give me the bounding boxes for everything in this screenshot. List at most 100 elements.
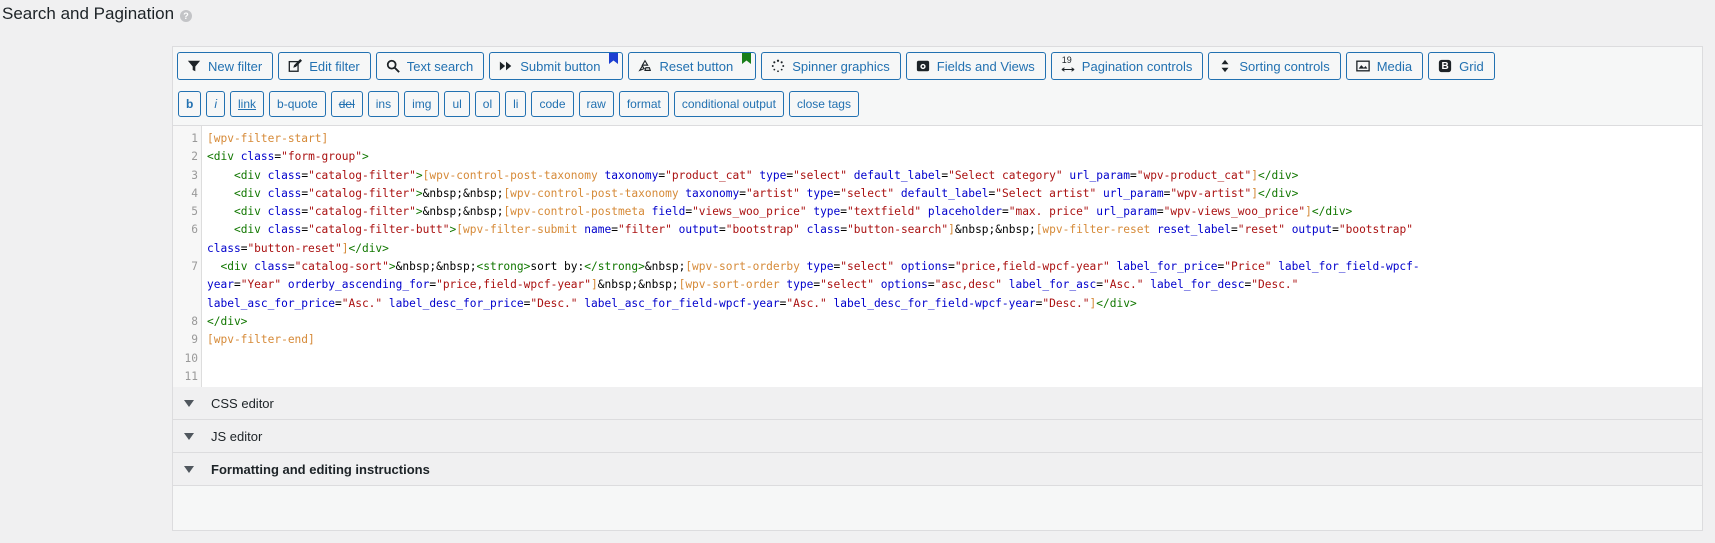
reset-button-button[interactable]: Reset button [628, 52, 757, 80]
submit-button-label: Submit button [520, 58, 601, 74]
media-label: Media [1376, 58, 1413, 74]
css-editor-toggle[interactable]: CSS editor [173, 387, 1702, 420]
code-line[interactable]: year="Year" orderby_ascending_for="price… [173, 276, 1702, 294]
pagination-icon: 19 [1060, 55, 1076, 74]
media-button[interactable]: Media [1345, 52, 1424, 80]
code-text: class="button-reset"]</div> [207, 241, 389, 255]
filter-icon [186, 58, 202, 74]
code-text: <div class="catalog-filter">&nbsp;&nbsp;… [233, 186, 1299, 200]
quicktags-toolbar: b i link b-quote del ins img ul ol li code raw forma… [178, 91, 859, 117]
editor-toolbar: New filter Edit filter Text search Submit b… [177, 52, 1495, 80]
fields-and-views-button[interactable]: Fields and Views [905, 52, 1046, 80]
bookmark-icon [742, 53, 752, 64]
edit-filter-label: Edit filter [309, 58, 360, 74]
quicktag-img-button[interactable]: img [404, 91, 440, 117]
line-number: 9 [191, 333, 198, 347]
line-number: 11 [184, 369, 198, 383]
line-number: 4 [191, 186, 198, 200]
code-line[interactable]: class="button-reset"]</div> [173, 240, 1702, 258]
code-line[interactable]: 7 <div class="catalog-sort">&nbsp;&nbsp;… [173, 258, 1702, 276]
code-line[interactable]: 9 [wpv-filter-end] [173, 331, 1702, 349]
code-text: year="Year" orderby_ascending_for="price… [207, 278, 1299, 292]
edit-icon [287, 58, 303, 74]
new-filter-label: New filter [208, 58, 263, 74]
code-line[interactable]: 5 <div class="catalog-filter">&nbsp;&nbs… [173, 203, 1702, 221]
section-title: Search and Pagination ? [2, 4, 193, 24]
code-line[interactable]: 3 <div class="catalog-filter">[wpv-contr… [173, 167, 1702, 185]
recycle-icon [637, 58, 653, 74]
line-number: 8 [191, 314, 198, 328]
code-line[interactable]: 1 [wpv-filter-start] [173, 130, 1702, 148]
grid-label: Grid [1459, 58, 1484, 74]
quicktag-format-button[interactable]: format [618, 91, 669, 117]
code-text: <div class="catalog-filter">[wpv-control… [233, 168, 1299, 182]
code-text: <div class="form-group"> [207, 150, 369, 164]
code-text: <div class="catalog-sort">&nbsp;&nbsp;<s… [220, 260, 1420, 274]
help-icon[interactable]: ? [180, 9, 193, 22]
grid-button[interactable]: B Grid [1428, 52, 1495, 80]
line-number: 10 [184, 351, 198, 365]
quicktag-close-tags-button[interactable]: close tags [788, 91, 859, 117]
js-editor-label: JS editor [211, 428, 263, 444]
quicktag-li-button[interactable]: li [505, 91, 527, 117]
search-icon [385, 58, 401, 74]
code-text: <div class="catalog-filter">&nbsp;&nbsp;… [233, 205, 1353, 219]
views-icon [915, 58, 931, 74]
line-number: 5 [191, 205, 198, 219]
spinner-graphics-label: Spinner graphics [792, 58, 890, 74]
code-text: label_asc_for_price="Asc." label_desc_fo… [207, 296, 1137, 310]
code-line[interactable]: label_asc_for_price="Asc." label_desc_fo… [173, 295, 1702, 313]
caret-down-icon [173, 432, 204, 440]
text-search-button[interactable]: Text search [375, 52, 485, 80]
line-number: 1 [191, 132, 198, 145]
code-text: [wpv-filter-start] [207, 132, 329, 145]
js-editor-toggle[interactable]: JS editor [173, 420, 1702, 453]
pagination-controls-label: Pagination controls [1081, 58, 1193, 74]
line-number: 6 [191, 223, 198, 237]
filter-editor-panel: New filter Edit filter Text search Submit b… [172, 46, 1703, 531]
code-line[interactable]: 4 <div class="catalog-filter">&nbsp;&nbs… [173, 185, 1702, 203]
code-line[interactable]: 10 [173, 350, 1702, 368]
quicktag-raw-button[interactable]: raw [578, 91, 614, 117]
css-editor-label: CSS editor [211, 395, 274, 411]
fields-and-views-label: Fields and Views [936, 58, 1035, 74]
sorting-controls-label: Sorting controls [1239, 58, 1330, 74]
new-filter-button[interactable]: New filter [177, 52, 274, 80]
code-line[interactable]: 6 <div class="catalog-filter-butt">[wpv-… [173, 221, 1702, 239]
formatting-instructions-label: Formatting and editing instructions [211, 461, 430, 477]
quicktag-b-button[interactable]: b [178, 91, 202, 117]
spinner-graphics-button[interactable]: Spinner graphics [761, 52, 901, 80]
quicktag-del-button[interactable]: del [330, 91, 363, 117]
line-number: 3 [191, 168, 198, 182]
formatting-instructions-toggle[interactable]: Formatting and editing instructions [173, 453, 1702, 486]
quicktag-ins-button[interactable]: ins [367, 91, 400, 117]
quicktag-conditional-output-button[interactable]: conditional output [673, 91, 784, 117]
edit-filter-button[interactable]: Edit filter [278, 52, 371, 80]
sort-icon [1217, 58, 1233, 74]
quicktag-link-button[interactable]: link [230, 91, 265, 117]
caret-down-icon [173, 399, 204, 407]
code-line[interactable]: 11 [173, 368, 1702, 386]
code-content[interactable]: 1 [wpv-filter-start] 2 <div class="form-gro… [173, 130, 1702, 386]
line-number: 2 [191, 150, 198, 164]
quicktag-b-quote-button[interactable]: b-quote [269, 91, 326, 117]
forward-icon [498, 58, 514, 74]
code-line[interactable]: 8 </div> [173, 313, 1702, 331]
line-number [173, 240, 200, 258]
quicktag-ul-button[interactable]: ul [444, 91, 470, 117]
sorting-controls-button[interactable]: Sorting controls [1208, 52, 1341, 80]
image-icon [1355, 58, 1371, 74]
quicktag-code-button[interactable]: code [531, 91, 574, 117]
reset-button-label: Reset button [659, 58, 734, 74]
quicktag-i-button[interactable]: i [206, 91, 226, 117]
line-number [173, 276, 200, 294]
quicktag-ol-button[interactable]: ol [474, 91, 501, 117]
caret-down-icon [173, 465, 204, 473]
code-text: [wpv-filter-end] [207, 333, 315, 347]
code-line[interactable]: 2 <div class="form-group"> [173, 148, 1702, 166]
submit-button-button[interactable]: Submit button [489, 52, 624, 80]
code-text: </div> [207, 314, 248, 328]
pagination-controls-button[interactable]: 19 Pagination controls [1050, 52, 1204, 80]
